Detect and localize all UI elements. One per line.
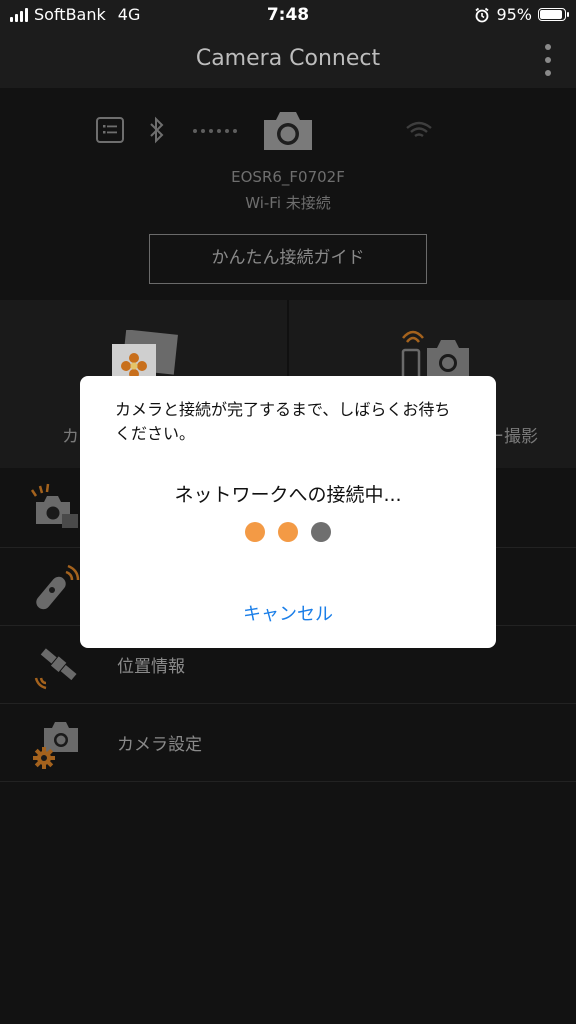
list-item-label-location: 位置情報 [117,657,185,677]
status-bar: SoftBank 4G 7:48 95% [0,0,576,32]
wifi-icon [406,121,432,137]
alarm-icon [475,7,489,22]
progress-dot [311,522,331,542]
bluetooth-icon [150,116,164,144]
connection-dots-icon [193,129,237,133]
cancel-button[interactable]: キャンセル [80,600,496,626]
satellite-icon [34,648,77,690]
camera-settings-icon [33,722,78,769]
camera-icon [264,112,312,150]
app-header: Camera Connect [0,32,576,88]
battery-percent: 95% [496,5,532,24]
wifi-status: Wi-Fi 未接続 [245,194,331,212]
list-item-label-camera-settings: カメラ設定 [117,735,202,755]
list-icon[interactable] [96,117,124,143]
connecting-dialog: カメラと接続が完了するまで、しばらくお待ちください。 ネットワークへの接続中..… [80,376,496,648]
connecting-status-text: ネットワークへの接続中... [174,484,402,506]
status-right: 95% [474,5,569,24]
app-screen: SoftBank 4G 7:48 95% Camera Connect EOSR… [0,0,576,1024]
easy-connection-guide-button[interactable]: かんたん接続ガイド [149,234,427,284]
bluetooth-remote-icon [36,564,80,610]
list-item-camera-settings[interactable]: カメラ設定 [0,704,576,782]
dialog-message: カメラと接続が完了するまで、しばらくお待ちください。 [115,400,451,443]
battery-icon [538,8,569,21]
remote-shooting-icon [401,330,469,382]
camera-name: EOSR6_F0702F [231,168,345,186]
page-title: Camera Connect [195,46,381,71]
progress-dots [80,522,496,542]
connection-status-row [0,108,576,158]
more-vertical-icon[interactable] [538,42,558,78]
tile-label-images: カ [62,427,79,447]
progress-dot [245,522,265,542]
progress-dot [278,522,298,542]
camera-auto-transfer-icon [30,483,78,528]
